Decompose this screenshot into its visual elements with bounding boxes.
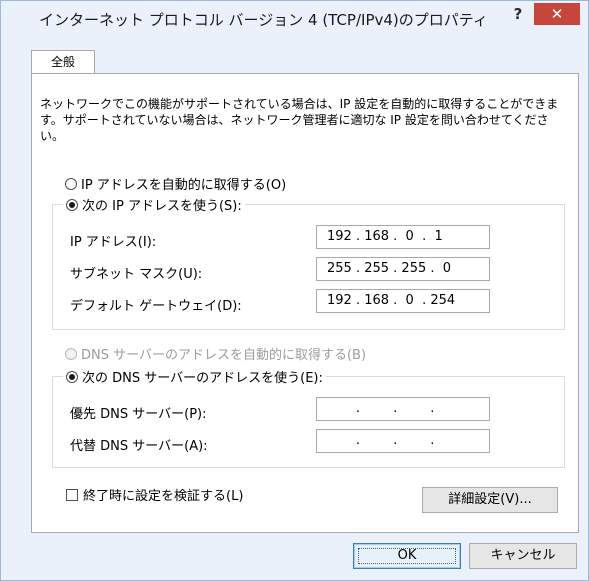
preferred-dns-label: 優先 DNS サーバー(P): xyxy=(70,407,207,422)
dns-manual-group xyxy=(52,376,565,468)
alternate-dns-input[interactable]: . . . xyxy=(316,429,490,453)
ip-auto-label: IP アドレスを自動的に取得する(O) xyxy=(81,178,287,193)
ip-manual-label: 次の IP アドレスを使う(S): xyxy=(82,199,242,214)
validate-on-exit-label: 終了時に設定を検証する(L) xyxy=(83,489,244,504)
general-panel: ネットワークでこの機能がサポートされている場合は、IP 設定を自動的に取得するこ… xyxy=(31,73,579,533)
advanced-settings-button[interactable]: 詳細設定(V)... xyxy=(422,487,558,513)
description-text: ネットワークでこの機能がサポートされている場合は、IP 設定を自動的に取得するこ… xyxy=(40,97,559,143)
dialog-window: インターネット プロトコル バージョン 4 (TCP/IPv4)のプロパティ ?… xyxy=(0,0,589,581)
dns-auto-radio: DNS サーバーのアドレスを自動的に取得する(B) xyxy=(65,344,366,363)
subnet-mask-label: サブネット マスク(U): xyxy=(70,267,203,282)
validate-on-exit-checkbox[interactable]: 終了時に設定を検証する(L) xyxy=(66,485,243,504)
tab-general[interactable]: 全般 xyxy=(31,50,95,74)
dns-manual-label: 次の DNS サーバーのアドレスを使う(E): xyxy=(82,371,323,386)
radio-selected-icon xyxy=(66,198,78,211)
ip-address-input[interactable]: 192 . 168 . 0 . 1 xyxy=(316,225,490,249)
default-gateway-input[interactable]: 192 . 168 . 0 . 254 xyxy=(316,289,490,313)
close-button[interactable]: ✕ xyxy=(534,3,580,25)
help-button[interactable]: ? xyxy=(509,5,527,25)
ip-auto-radio[interactable]: IP アドレスを自動的に取得する(O) xyxy=(65,174,286,193)
dns-manual-radio[interactable]: 次の DNS サーバーのアドレスを使う(E): xyxy=(63,367,326,386)
window-title: インターネット プロトコル バージョン 4 (TCP/IPv4)のプロパティ xyxy=(39,11,488,29)
radio-circle-icon xyxy=(65,177,77,190)
dns-auto-label: DNS サーバーのアドレスを自動的に取得する(B) xyxy=(81,348,367,363)
title-bar[interactable]: インターネット プロトコル バージョン 4 (TCP/IPv4)のプロパティ ?… xyxy=(1,1,588,37)
ip-manual-radio[interactable]: 次の IP アドレスを使う(S): xyxy=(63,195,245,214)
radio-disabled-icon xyxy=(65,347,77,360)
preferred-dns-input[interactable]: . . . xyxy=(316,397,490,421)
subnet-mask-input[interactable]: 255 . 255 . 255 . 0 xyxy=(316,257,490,281)
focus-rect xyxy=(358,548,456,564)
radio-selected-icon xyxy=(66,370,78,383)
default-gateway-label: デフォルト ゲートウェイ(D): xyxy=(70,299,242,314)
cancel-button[interactable]: キャンセル xyxy=(469,543,577,569)
ip-address-label: IP アドレス(I): xyxy=(70,235,157,250)
checkbox-icon xyxy=(66,488,78,501)
alternate-dns-label: 代替 DNS サーバー(A): xyxy=(70,439,208,454)
ok-button[interactable]: OK xyxy=(353,543,461,569)
